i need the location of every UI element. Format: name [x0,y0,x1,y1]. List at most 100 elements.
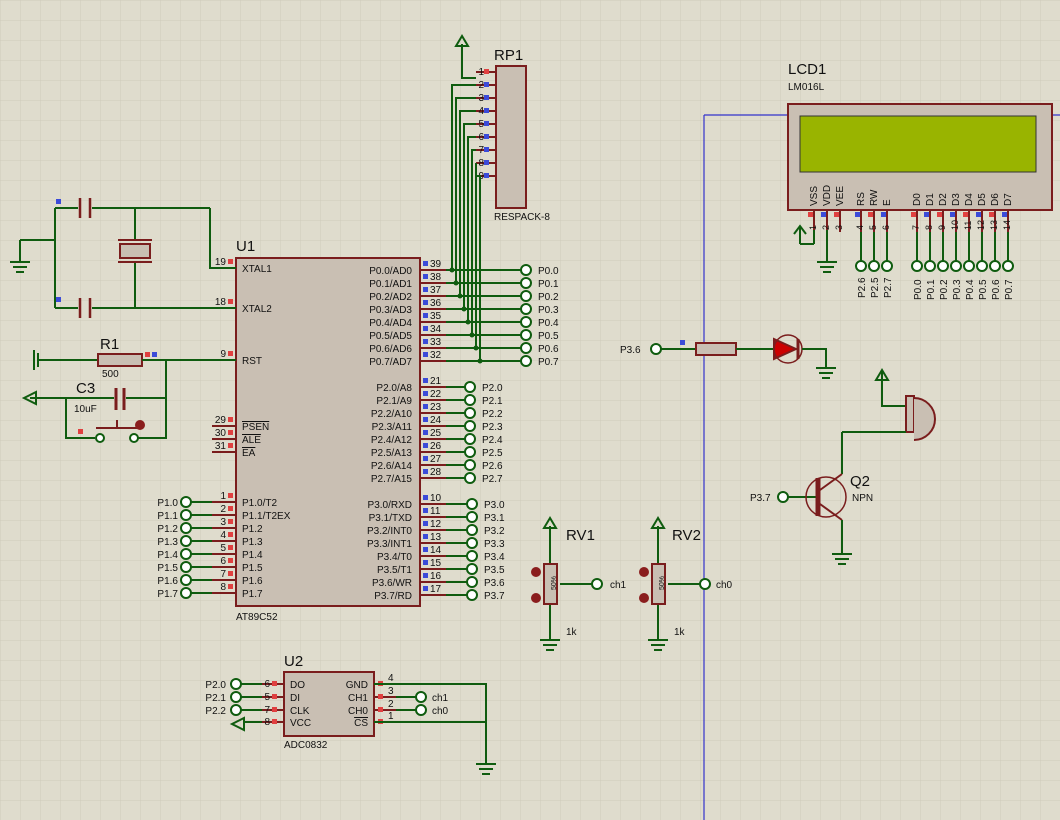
net-terminal[interactable] [230,704,242,716]
net-label: P2.5 [870,277,881,298]
net-terminal[interactable] [464,420,476,432]
u1-pin-name: P0.5/AD5 [369,331,412,342]
net-label: P1.5 [157,563,178,574]
net-label: P0.3 [952,279,963,300]
q2-net: P3.7 [750,493,771,504]
u2-pin-name: VCC [290,718,311,729]
net-terminal[interactable] [520,316,532,328]
pin-marker [423,391,428,396]
u1-pin-name: P3.6/WR [372,578,412,589]
net-label: P3.5 [484,565,505,576]
net-terminal[interactable] [464,446,476,458]
u2-pin-num: 7 [264,705,270,716]
net-terminal[interactable] [180,561,192,573]
net-terminal[interactable] [855,260,867,272]
net-terminal[interactable] [464,407,476,419]
u1-pin-num: 25 [430,428,442,439]
pin-marker [423,573,428,578]
lcd-pin-name: VDD [822,185,833,206]
net-terminal[interactable] [520,303,532,315]
pin-marker [228,584,233,589]
lcd-pin-num: 1 [808,225,818,230]
net-terminal[interactable] [466,498,478,510]
net-terminal[interactable] [881,260,893,272]
net-terminal[interactable] [520,329,532,341]
net-label: P0.4 [538,318,559,329]
lcd-pin-num: 7 [911,225,921,230]
net-terminal[interactable] [520,355,532,367]
u1-pin-name: P3.0/RXD [368,500,412,511]
net-terminal[interactable] [180,574,192,586]
net-terminal[interactable] [1002,260,1014,272]
net-terminal[interactable] [520,342,532,354]
net-terminal[interactable] [415,704,427,716]
pin-marker [423,547,428,552]
u1-part: AT89C52 [236,612,278,623]
net-terminal[interactable] [466,589,478,601]
net-label: P3.4 [484,552,505,563]
rv1-value: 1k [566,627,578,638]
net-terminal[interactable] [180,496,192,508]
net-terminal[interactable] [180,522,192,534]
net-terminal[interactable] [520,277,532,289]
net-terminal[interactable] [950,260,962,272]
u1-pin-num: 7 [220,569,226,580]
net-terminal[interactable] [466,563,478,575]
net-terminal[interactable] [464,433,476,445]
net-terminal[interactable] [976,260,988,272]
net-terminal[interactable] [464,381,476,393]
u1-pin-name: PSEN [242,422,269,433]
net-terminal[interactable] [911,260,923,272]
pin-marker [989,212,994,217]
net-terminal[interactable] [924,260,936,272]
lcd-pin-num: 9 [937,225,947,230]
pin-marker [423,339,428,344]
net-terminal[interactable] [464,459,476,471]
net-terminal[interactable] [520,264,532,276]
net-terminal[interactable] [989,260,1001,272]
pin-marker [423,456,428,461]
pin-marker [423,443,428,448]
net-terminal[interactable] [466,576,478,588]
net-label: P0.3 [538,305,559,316]
lcd-pin-name: D7 [1003,193,1014,206]
net-terminal[interactable] [520,290,532,302]
net-terminal[interactable] [963,260,975,272]
net-terminal[interactable] [464,472,476,484]
net-terminal[interactable] [230,678,242,690]
net-terminal[interactable] [466,524,478,536]
junction-dot [477,358,483,364]
pin-marker [423,274,428,279]
net-label: P3.6 [484,578,505,589]
net-terminal[interactable] [180,587,192,599]
net-terminal[interactable] [230,691,242,703]
pin-marker [484,69,489,74]
net-label: P3.0 [484,500,505,511]
net-terminal[interactable] [868,260,880,272]
net-terminal[interactable] [464,394,476,406]
net-terminal[interactable] [180,509,192,521]
net-terminal[interactable] [180,548,192,560]
net-label: P0.6 [991,279,1002,300]
net-label: P0.2 [939,279,950,300]
u2-pin-num: 8 [264,717,270,728]
u1-pin-name: P3.3/INT1 [367,539,412,550]
u1-pin-name: P2.1/A9 [376,396,412,407]
net-terminal[interactable] [415,691,427,703]
net-terminal[interactable] [937,260,949,272]
lcd-pin-name: D4 [964,193,975,206]
net-terminal[interactable] [466,511,478,523]
lcd-pin-name: VEE [835,186,846,206]
u1-pin-num: 34 [430,324,442,335]
schematic-canvas[interactable]: U1 AT89C52 19XTAL118XTAL29RST29PSEN30ALE… [0,0,1060,820]
pin-marker [821,212,826,217]
u1-pin-name: P1.5 [242,563,263,574]
net-terminal[interactable] [466,537,478,549]
net-terminal[interactable] [466,550,478,562]
lcd-pin-name: E [882,199,893,206]
rp1-ref: RP1 [494,47,523,64]
net-terminal[interactable] [180,535,192,547]
lcd-pin-num: 2 [821,225,831,230]
u2-pin-name: DO [290,680,305,691]
pin-marker [1002,212,1007,217]
